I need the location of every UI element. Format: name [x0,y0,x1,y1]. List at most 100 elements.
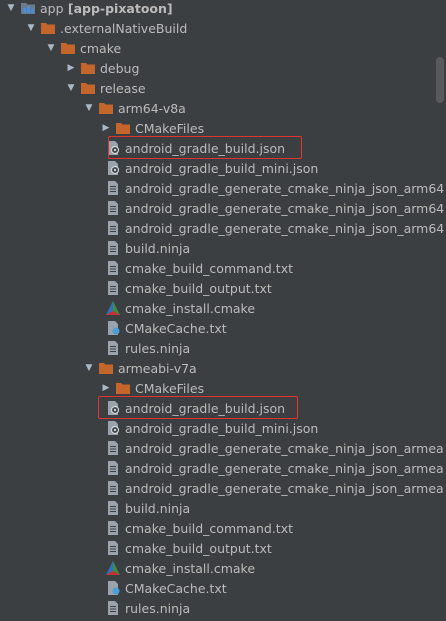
folder-icon [81,61,95,75]
json-file-icon [106,161,120,175]
tree-row[interactable]: android_gradle_generate_cmake_ninja_json… [0,478,446,498]
tree-item-label: cmake_build_output.txt [125,540,272,556]
tree-row[interactable]: CMakeCache.txt [0,318,446,338]
tree-row[interactable]: ▼ arm64-v8a [0,98,446,118]
folder-icon [41,21,55,35]
tree-item-label: release [100,80,146,96]
tree-item-label: android_gradle_build_mini.json [125,160,319,176]
tree-row[interactable]: ▶ CMakeFiles [0,378,446,398]
tree-item-label: cmake_install.cmake [125,560,256,576]
tree-row[interactable]: android_gradle_generate_cmake_ninja_json… [0,458,446,478]
expanded-arrow-icon[interactable]: ▼ [83,358,95,378]
folder-icon [61,41,75,55]
tree-row[interactable]: android_gradle_build_mini.json [0,158,446,178]
tree-item-label: arm64-v8a [118,100,186,116]
json-file-icon [106,421,120,435]
tree-row[interactable]: ▼ cmake [0,38,446,58]
tree-item-label: android_gradle_generate_cmake_ninja_json… [125,180,445,196]
tree-row[interactable]: cmake_install.cmake [0,558,446,578]
expanded-arrow-icon[interactable]: ▼ [65,78,77,98]
folder-icon [116,121,130,135]
text-file-icon [106,521,120,535]
folder-icon [81,81,95,95]
cmake-file-icon [106,561,120,575]
tree-row[interactable]: android_gradle_generate_cmake_ninja_json… [0,218,446,238]
text-file-icon [106,281,120,295]
tree-row[interactable]: android_gradle_generate_cmake_ninja_json… [0,198,446,218]
vertical-scrollbar[interactable] [436,57,444,103]
text-file-icon [106,441,120,455]
tree-row[interactable]: ▼ release [0,78,446,98]
tree-item-label: build.ninja [125,500,191,516]
tree-item-label: .externalNativeBuild [60,20,188,36]
expanded-arrow-icon[interactable]: ▼ [25,18,37,38]
tree-item-label: cmake_build_command.txt [125,520,293,536]
tree-item-label: CMakeFiles [135,380,205,396]
tree-item-label: cmake [80,40,122,56]
text-file-icon [106,201,120,215]
tree-row[interactable]: cmake_build_command.txt [0,518,446,538]
tree-row[interactable]: build.ninja [0,238,446,258]
tree-item-label: android_gradle_generate_cmake_ninja_json… [125,460,444,476]
tree-row[interactable]: cmake_build_output.txt [0,538,446,558]
tree-item-label: android_gradle_build_mini.json [125,420,319,436]
expanded-arrow-icon[interactable]: ▼ [83,98,95,118]
collapsed-arrow-icon[interactable]: ▶ [65,58,77,78]
folder-icon [99,361,113,375]
collapsed-arrow-icon[interactable]: ▶ [100,118,112,138]
tree-row[interactable]: ▼ .externalNativeBuild [0,18,446,38]
tree-item-label: cmake_build_output.txt [125,280,272,296]
text-file-icon [106,241,120,255]
folder-icon [116,381,130,395]
tree-row[interactable]: rules.ninja [0,598,446,618]
module-name: [app-pixatoon] [63,0,173,16]
expanded-arrow-icon[interactable]: ▼ [5,0,17,18]
tree-item-label: app [app-pixatoon] [40,0,173,16]
tree-row[interactable]: cmake_build_command.txt [0,258,446,278]
tree-row[interactable]: ▶ debug [0,58,446,78]
tree-item-label: android_gradle_generate_cmake_ninja_json… [125,440,444,456]
tree-item-label: CMakeCache.txt [125,580,227,596]
module-folder-icon [21,1,35,15]
folder-icon [99,101,113,115]
tree-row[interactable]: rules.ninja [0,338,446,358]
collapsed-arrow-icon[interactable]: ▶ [100,378,112,398]
cmake-file-icon [106,301,120,315]
tree-row[interactable]: ▼ app [app-pixatoon] [0,0,446,18]
text-file-icon [106,261,120,275]
tree-item-label: android_gradle_generate_cmake_ninja_json… [125,200,445,216]
tree-item-label: cmake_build_command.txt [125,260,293,276]
expanded-arrow-icon[interactable]: ▼ [45,38,57,58]
tree-row[interactable]: ▼ armeabi-v7a [0,358,446,378]
tree-item-label: armeabi-v7a [118,360,197,376]
project-tree[interactable]: ▼ app [app-pixatoon] ▼ .externalNativeBuild… [0,0,446,621]
tree-row[interactable]: cmake_install.cmake [0,298,446,318]
tree-row[interactable]: build.ninja [0,498,446,518]
text-file-icon [106,541,120,555]
text-file-icon [106,601,120,615]
tree-row[interactable]: android_gradle_generate_cmake_ninja_json… [0,438,446,458]
text-file-icon [106,461,120,475]
tree-row[interactable]: cmake_build_output.txt [0,278,446,298]
cmake-cache-file-icon [106,581,120,595]
tree-item-label: cmake_install.cmake [125,300,256,316]
tree-item-label: android_gradle_generate_cmake_ninja_json… [125,480,444,496]
text-file-icon [106,341,120,355]
tree-row[interactable]: ▶ CMakeFiles [0,118,446,138]
text-file-icon [106,181,120,195]
tree-item-label: rules.ninja [125,340,191,356]
highlight-box [98,396,298,419]
tree-item-label: CMakeCache.txt [125,320,227,336]
tree-item-label: build.ninja [125,240,191,256]
tree-item-label: CMakeFiles [135,120,205,136]
tree-row[interactable]: android_gradle_generate_cmake_ninja_json… [0,178,446,198]
tree-row[interactable]: CMakeCache.txt [0,578,446,598]
text-file-icon [106,481,120,495]
tree-item-label: android_gradle_generate_cmake_ninja_json… [125,220,445,236]
cmake-cache-file-icon [106,321,120,335]
tree-item-label: rules.ninja [125,600,191,616]
highlight-box [108,136,302,159]
tree-item-label: debug [100,60,140,76]
text-file-icon [106,221,120,235]
tree-row[interactable]: android_gradle_build_mini.json [0,418,446,438]
